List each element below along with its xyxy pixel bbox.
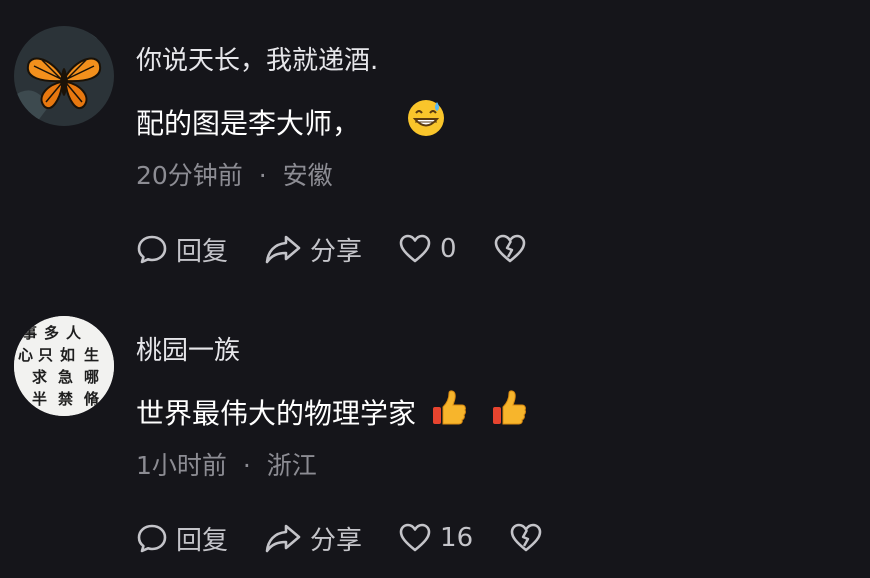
- username[interactable]: 你说天长，我就递酒.: [136, 40, 378, 77]
- comment-text: 世界最伟大的物理学家: [136, 388, 528, 435]
- svg-text:生: 生: [84, 346, 99, 364]
- comment-time: 1小时前: [136, 451, 227, 480]
- thumbs-up-emoji-icon: [430, 388, 468, 435]
- heart-icon: [399, 523, 431, 552]
- username[interactable]: 桃园一族: [136, 330, 240, 367]
- share-label: 分享: [310, 236, 363, 267]
- share-button[interactable]: 分享: [264, 231, 362, 268]
- comment-meta: 1小时前 · 浙江: [136, 446, 317, 482]
- comment-location: 浙江: [266, 451, 317, 480]
- thumbs-up-emoji-icon: [490, 388, 528, 435]
- broken-heart-icon: [510, 523, 542, 552]
- comment-item: 事多人 心只如生 求急哪 半禁脩 桃园一族 世界最伟大的物理学家 1小时前 · …: [0, 290, 870, 578]
- calligraphy-avatar-icon: 事多人 心只如生 求急哪 半禁脩: [14, 316, 114, 416]
- comment-item: 你说天长，我就递酒. 配的图是李大师， 20分钟前 · 安徽 回复 分享 0: [0, 0, 870, 290]
- comment-actions: 回复 分享 16: [136, 518, 579, 558]
- heart-icon: [399, 234, 431, 263]
- svg-text:事: 事: [22, 324, 37, 342]
- meta-separator: ·: [258, 161, 267, 190]
- dislike-button[interactable]: [509, 522, 543, 554]
- share-label: 分享: [310, 525, 363, 556]
- svg-text:哪: 哪: [84, 368, 99, 386]
- reply-label: 回复: [176, 525, 229, 556]
- svg-text:求: 求: [32, 368, 48, 386]
- reply-button[interactable]: 回复: [136, 520, 228, 557]
- comment-location: 安徽: [282, 161, 333, 190]
- like-count: 0: [440, 234, 457, 264]
- reply-button[interactable]: 回复: [136, 231, 228, 268]
- comment-text-body: 配的图是李大师，: [136, 106, 361, 140]
- avatar[interactable]: [14, 26, 114, 126]
- svg-text:人: 人: [66, 324, 82, 342]
- reply-icon: [137, 524, 167, 553]
- share-icon: [265, 235, 301, 264]
- svg-text:如: 如: [60, 346, 75, 364]
- dislike-button[interactable]: [493, 233, 527, 265]
- share-button[interactable]: 分享: [264, 520, 362, 557]
- meta-separator: ·: [242, 451, 251, 480]
- comment-time: 20分钟前: [136, 161, 243, 190]
- broken-heart-icon: [494, 234, 525, 263]
- reply-label: 回复: [176, 236, 229, 267]
- avatar[interactable]: 事多人 心只如生 求急哪 半禁脩: [14, 316, 114, 416]
- like-button[interactable]: 0: [398, 233, 457, 265]
- svg-text:多: 多: [44, 324, 59, 342]
- comment-list: 你说天长，我就递酒. 配的图是李大师， 20分钟前 · 安徽 回复 分享 0 事…: [0, 0, 870, 578]
- share-icon: [265, 524, 301, 553]
- comment-text: 配的图是李大师，: [136, 98, 446, 145]
- comment-actions: 回复 分享 0: [136, 229, 563, 269]
- svg-text:心: 心: [18, 346, 33, 364]
- svg-text:脩: 脩: [83, 390, 100, 408]
- svg-text:只: 只: [38, 346, 53, 364]
- like-count: 16: [440, 523, 474, 553]
- like-button[interactable]: 16: [398, 522, 473, 554]
- butterfly-avatar-icon: [14, 26, 114, 126]
- reply-icon: [137, 235, 167, 264]
- comment-text-body: 世界最伟大的物理学家: [136, 396, 417, 430]
- grinning-sweat-emoji-icon: [406, 98, 446, 145]
- comment-meta: 20分钟前 · 安徽: [136, 156, 333, 192]
- svg-text:禁: 禁: [58, 390, 73, 408]
- svg-text:急: 急: [58, 368, 73, 386]
- svg-text:半: 半: [32, 390, 47, 408]
